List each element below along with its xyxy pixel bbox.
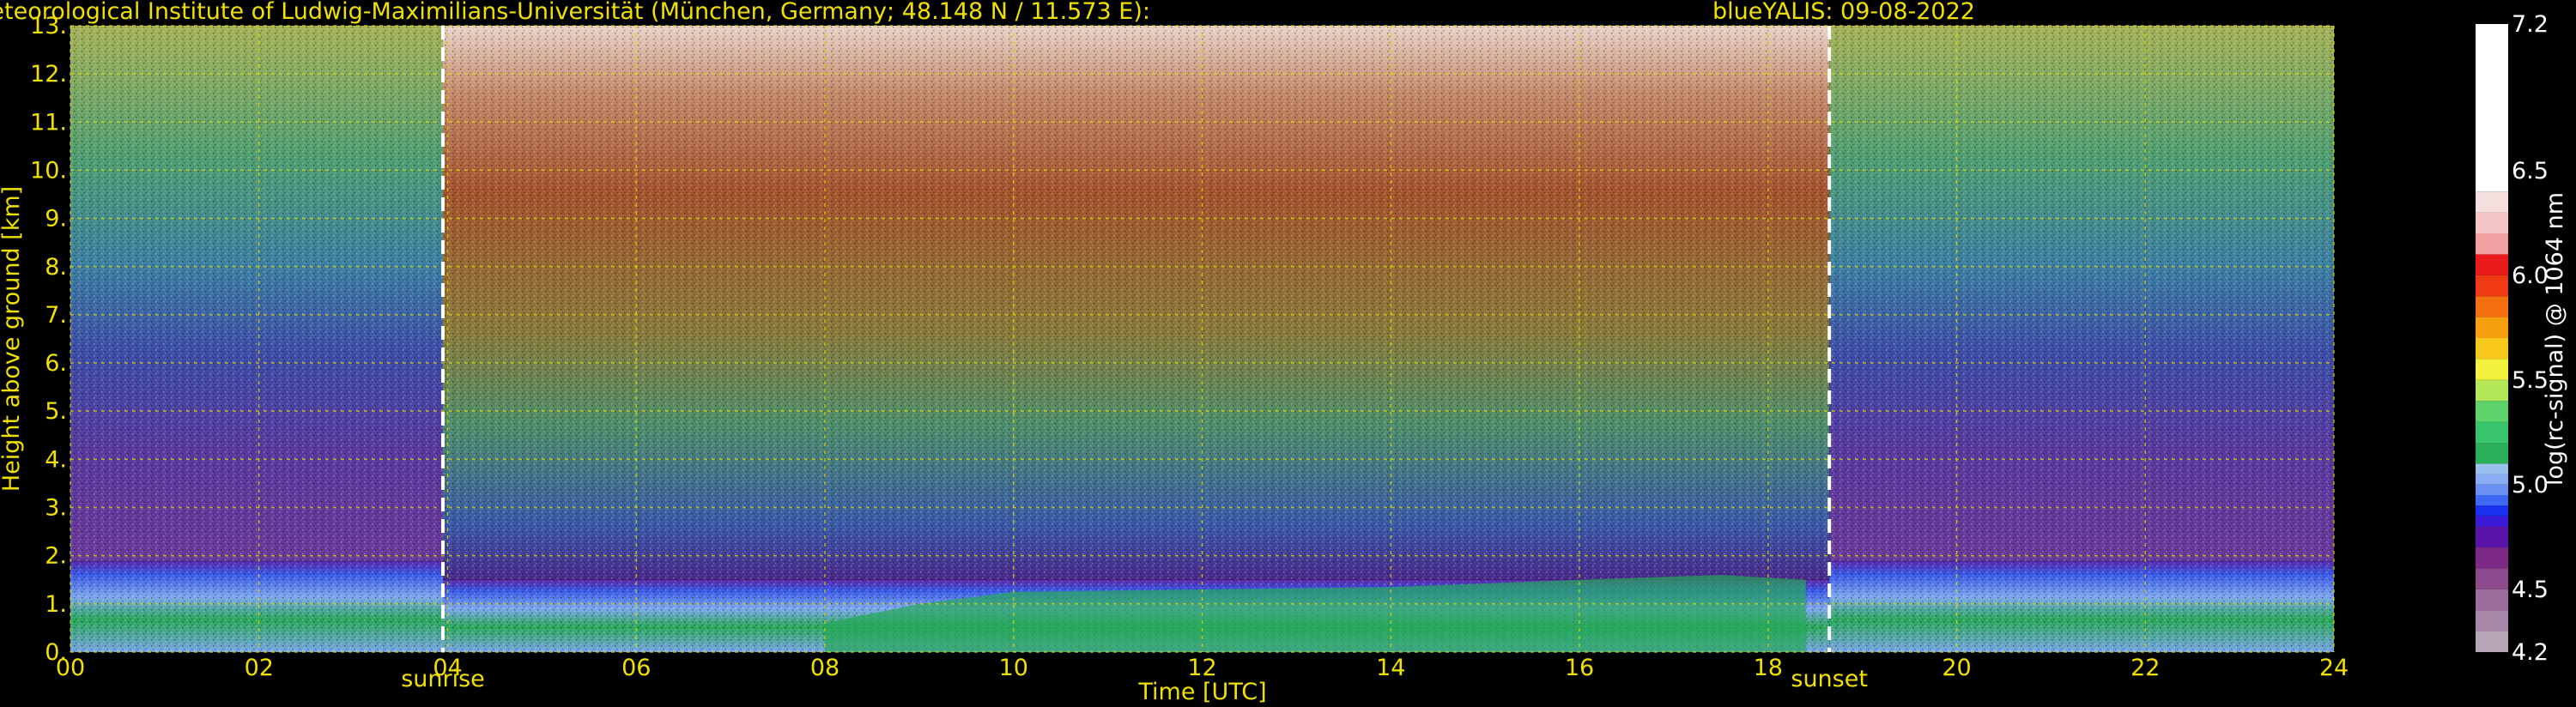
x-axis-label: Time [UTC] bbox=[1137, 679, 1266, 705]
colorbar-band bbox=[2476, 212, 2508, 233]
colorbar-band bbox=[2476, 275, 2508, 297]
x-tick-label: 24 bbox=[2319, 655, 2349, 681]
x-tick-label: 04 bbox=[433, 655, 462, 681]
colorbar-band bbox=[2476, 568, 2508, 589]
colorbar-band bbox=[2476, 463, 2508, 474]
x-tick-label: 16 bbox=[1565, 655, 1594, 681]
sun-marker-label: sunset bbox=[1791, 666, 1868, 692]
colorbar-tick-label: 7.2 bbox=[2512, 11, 2549, 38]
colorbar-band bbox=[2476, 379, 2508, 402]
colorbar-tick-label: 6.5 bbox=[2512, 158, 2549, 184]
instrument-date: blueYALIS: 09-08-2022 bbox=[1712, 0, 1975, 25]
colorbar-band bbox=[2476, 254, 2508, 275]
y-tick-label: 12. bbox=[30, 61, 67, 88]
colorbar-band bbox=[2476, 610, 2508, 631]
heatmap-texture bbox=[70, 560, 444, 652]
y-tick-label: 4. bbox=[45, 446, 67, 473]
chart-svg: sunrise sunset 00 02 04 06 08 10 12 14 16 18 20 22 24… bbox=[0, 0, 2568, 705]
x-tick-label: 12 bbox=[1187, 655, 1216, 681]
colorbar-band bbox=[2476, 24, 2508, 192]
colorbar-band bbox=[2476, 317, 2508, 338]
chart-title: Meteorological Institute of Ludwig-Maxim… bbox=[0, 0, 1150, 25]
colorbar-band bbox=[2476, 589, 2508, 611]
x-tick-label: 06 bbox=[621, 655, 651, 681]
colorbar-band bbox=[2476, 296, 2508, 317]
x-tick-label: 22 bbox=[2131, 655, 2160, 681]
x-tick-label: 08 bbox=[810, 655, 839, 681]
colorbar-band bbox=[2476, 421, 2508, 443]
heatmap-texture bbox=[70, 26, 444, 561]
colorbar-band bbox=[2476, 443, 2508, 464]
colorbar-band bbox=[2476, 191, 2508, 213]
colorbar-label: log(rc-signal) @ 1064 nm bbox=[2542, 192, 2568, 486]
colorbar-band bbox=[2476, 495, 2508, 506]
colorbar-band bbox=[2476, 338, 2508, 360]
y-tick-label: 3. bbox=[45, 495, 67, 522]
y-tick-label: 11. bbox=[30, 109, 67, 136]
heatmap-texture bbox=[1829, 26, 2334, 561]
colorbar-band bbox=[2476, 233, 2508, 255]
colorbar-band bbox=[2476, 484, 2508, 495]
y-tick-label: 1. bbox=[45, 591, 67, 618]
y-tick-label: 9. bbox=[45, 206, 67, 233]
y-tick-label: 8. bbox=[45, 254, 67, 281]
colorbar-band bbox=[2476, 516, 2508, 527]
y-tick-label: 0. bbox=[45, 639, 67, 666]
x-tick-label: 10 bbox=[999, 655, 1028, 681]
heatmap-texture bbox=[443, 26, 1830, 580]
y-axis-label: Height above ground [km] bbox=[0, 186, 25, 492]
colorbar-tick-label: 4.2 bbox=[2512, 639, 2549, 666]
x-tick-label: 18 bbox=[1754, 655, 1783, 681]
x-tick-label: 02 bbox=[245, 655, 274, 681]
lidar-quicklook: sunrise sunset 00 02 04 06 08 10 12 14 16 18 20 22 24… bbox=[0, 0, 2576, 707]
colorbar-band bbox=[2476, 631, 2508, 652]
x-tick-label: 14 bbox=[1376, 655, 1405, 681]
colorbar-band bbox=[2476, 359, 2508, 380]
colorbar-band bbox=[2476, 474, 2508, 485]
colorbar-band bbox=[2476, 401, 2508, 422]
y-tick-label: 6. bbox=[45, 350, 67, 377]
colorbar-band bbox=[2476, 505, 2508, 517]
colorbar: 4.24.55.05.56.06.57.2 bbox=[2476, 11, 2549, 666]
colorbar-band bbox=[2476, 547, 2508, 569]
y-tick-label: 7. bbox=[45, 302, 67, 329]
y-tick-label: 10. bbox=[30, 157, 67, 184]
colorbar-tick-label: 4.5 bbox=[2512, 577, 2549, 603]
x-tick-label: 20 bbox=[1942, 655, 1971, 681]
colorbar-band bbox=[2476, 526, 2508, 547]
y-tick-label: 2. bbox=[45, 543, 67, 570]
y-tick-label: 5. bbox=[45, 398, 67, 425]
heatmap-texture bbox=[1829, 560, 2334, 652]
